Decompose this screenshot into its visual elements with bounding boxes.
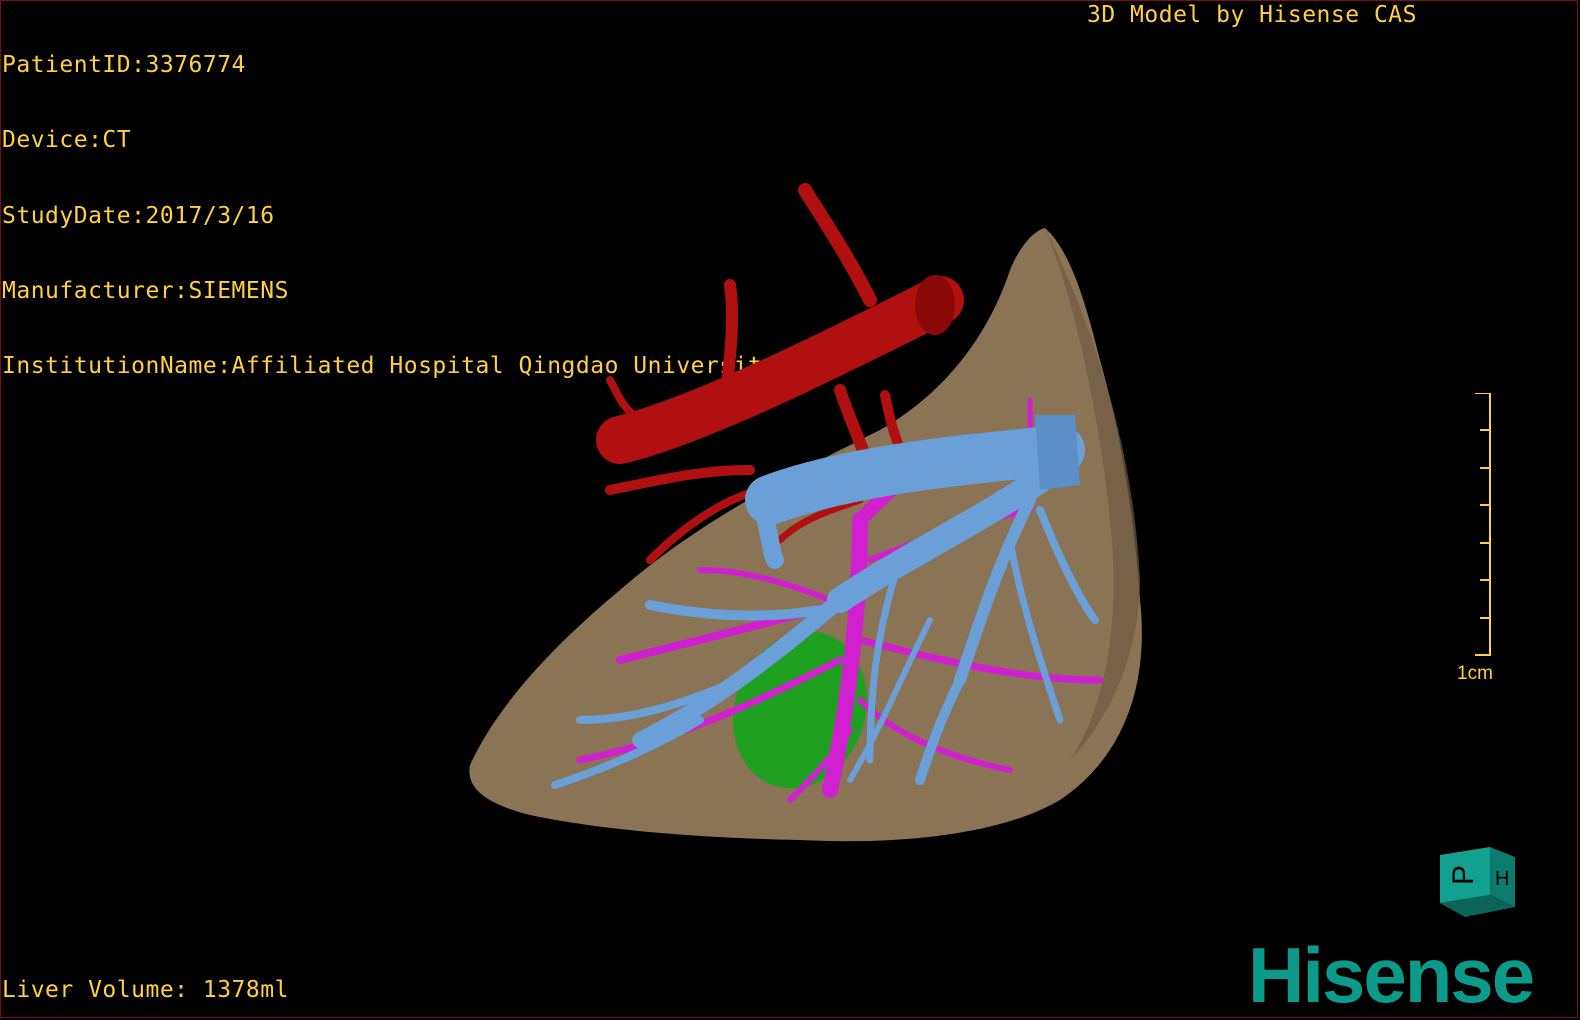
artery-end-cap [915, 275, 955, 335]
hisense-logo: Hisense [1248, 931, 1535, 1019]
orientation-cube-icon[interactable]: P H R [1435, 845, 1520, 935]
scale-bar [1475, 393, 1491, 656]
portal-vein-trunk-cap [1035, 415, 1080, 490]
scale-label: 1cm [1457, 663, 1493, 684]
cube-face-p: P [1447, 865, 1480, 885]
cube-face-h: H [1495, 868, 1509, 890]
3d-liver-viewport[interactable] [0, 0, 1580, 1020]
liver-volume-text: Liver Volume: 1378ml [2, 977, 289, 1003]
